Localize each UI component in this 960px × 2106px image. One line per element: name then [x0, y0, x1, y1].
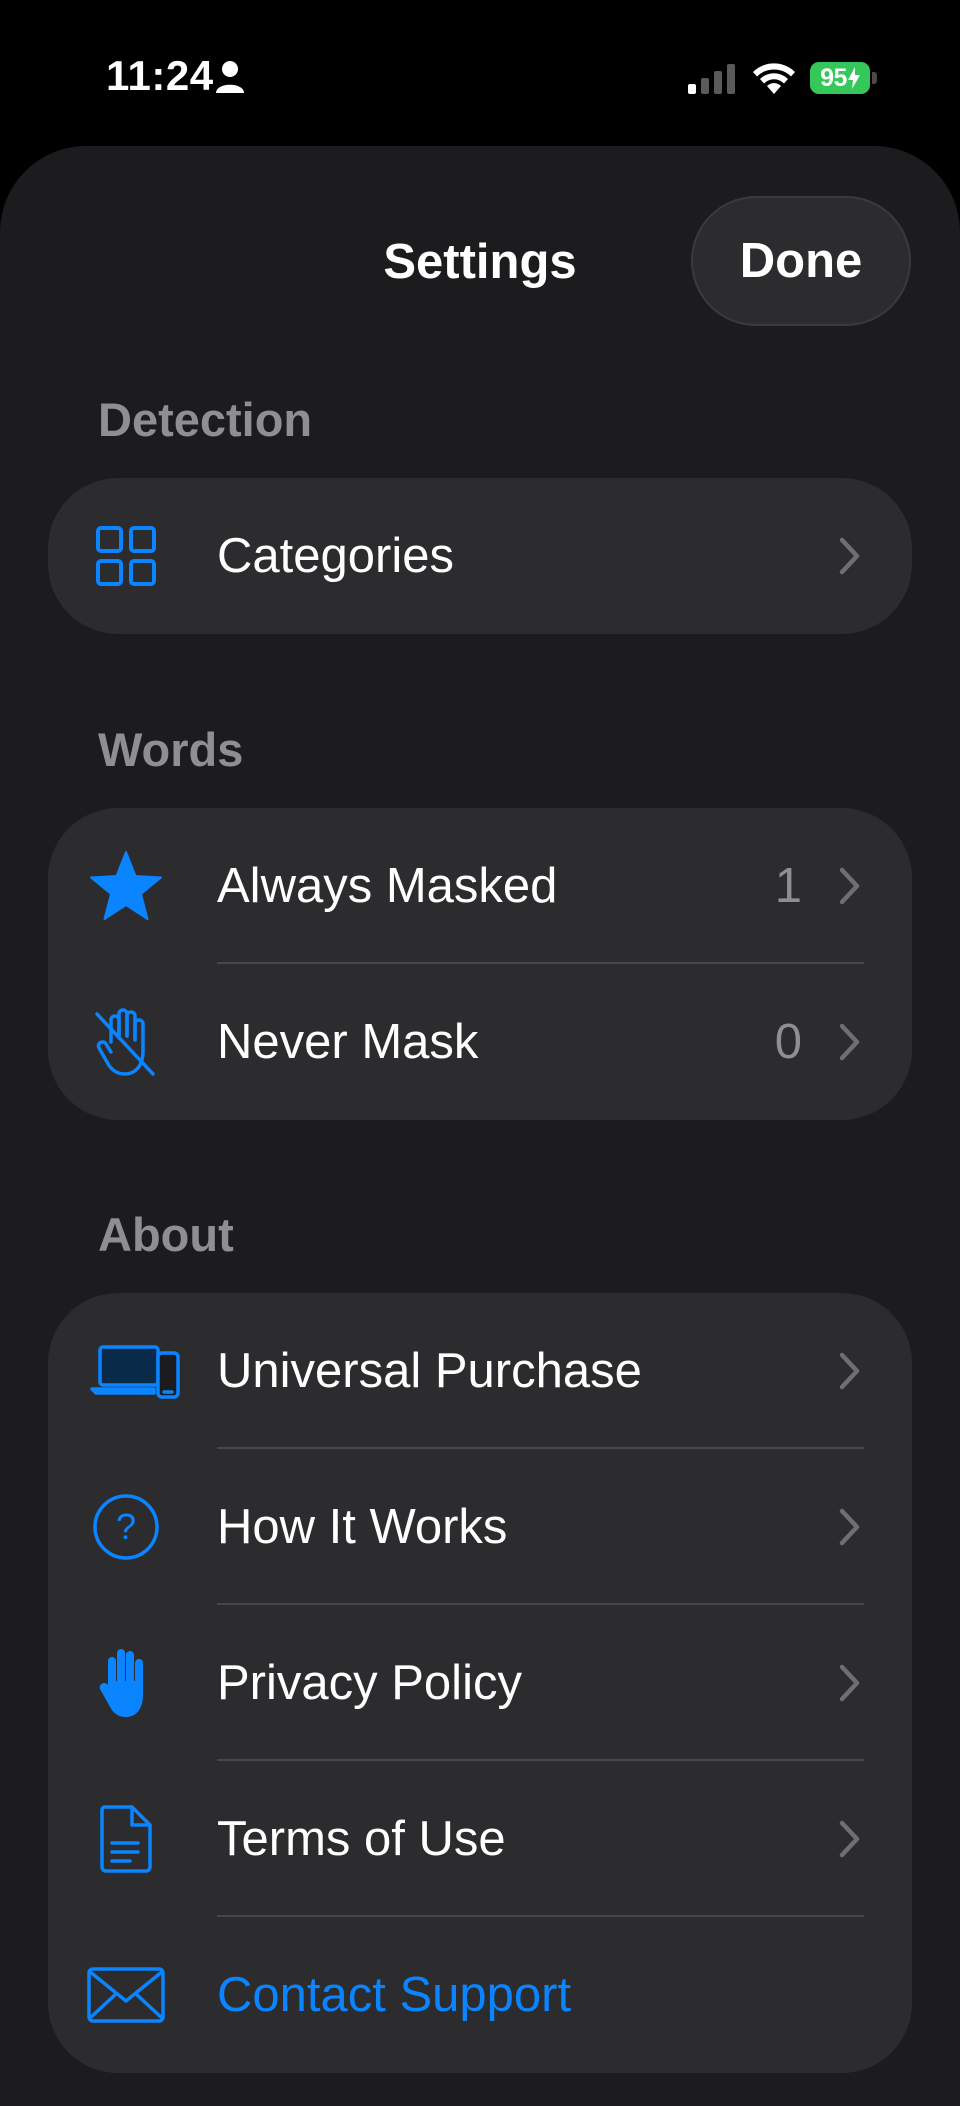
svg-text:?: ?: [116, 1506, 136, 1547]
chevron-right-icon: [839, 1352, 860, 1390]
hand-slash-icon: [78, 994, 174, 1090]
chevron-right-icon: [839, 537, 860, 575]
about-group: Universal Purchase ? How It Works Privac…: [48, 1293, 912, 2073]
battery-level: 95: [820, 63, 847, 92]
chevron-right-icon: [839, 867, 860, 905]
never-mask-label: Never Mask: [217, 1015, 479, 1069]
terms-of-use-row[interactable]: Terms of Use: [48, 1761, 912, 1917]
privacy-policy-row[interactable]: Privacy Policy: [48, 1605, 912, 1761]
status-time: 11:24: [106, 52, 214, 99]
universal-purchase-row[interactable]: Universal Purchase: [48, 1293, 912, 1449]
chevron-right-icon: [839, 1508, 860, 1546]
grid-icon: [78, 508, 174, 604]
never-mask-count: 0: [774, 1015, 802, 1069]
categories-row[interactable]: Categories: [48, 478, 912, 634]
hand-raised-icon: [78, 1635, 174, 1731]
section-header-words: Words: [98, 723, 244, 776]
battery-cap: [872, 72, 877, 84]
chevron-right-icon: [839, 1023, 860, 1061]
document-icon: [78, 1791, 174, 1887]
always-masked-row[interactable]: Always Masked 1: [48, 808, 912, 964]
battery-indicator: 95: [810, 62, 870, 94]
person-icon: [216, 61, 244, 93]
done-button[interactable]: Done: [691, 196, 911, 326]
categories-label: Categories: [217, 529, 454, 583]
words-group: Always Masked 1 Never Mask 0: [48, 808, 912, 1120]
section-header-detection: Detection: [98, 393, 313, 446]
detection-group: Categories: [48, 478, 912, 634]
contact-support-link: Contact Support: [217, 1968, 572, 2022]
terms-of-use-label: Terms of Use: [217, 1812, 506, 1866]
charging-bolt-icon: [847, 67, 860, 89]
cellular-signal-icon: [688, 64, 735, 94]
question-circle-icon: ?: [78, 1479, 174, 1575]
wifi-icon: [753, 63, 795, 94]
privacy-policy-label: Privacy Policy: [217, 1656, 522, 1710]
how-it-works-label: How It Works: [217, 1500, 508, 1554]
how-it-works-row[interactable]: ? How It Works: [48, 1449, 912, 1605]
section-header-about: About: [98, 1208, 234, 1261]
universal-purchase-label: Universal Purchase: [217, 1344, 642, 1398]
never-mask-row[interactable]: Never Mask 0: [48, 964, 912, 1120]
always-masked-count: 1: [774, 859, 802, 913]
laptop-phone-icon: [86, 1323, 186, 1419]
envelope-icon: [78, 1947, 174, 2043]
status-bar: 11:24 95: [0, 0, 960, 150]
contact-support-row[interactable]: Contact Support: [48, 1917, 912, 2073]
chevron-right-icon: [839, 1820, 860, 1858]
always-masked-label: Always Masked: [217, 859, 558, 913]
star-icon: [78, 838, 174, 934]
chevron-right-icon: [839, 1664, 860, 1702]
